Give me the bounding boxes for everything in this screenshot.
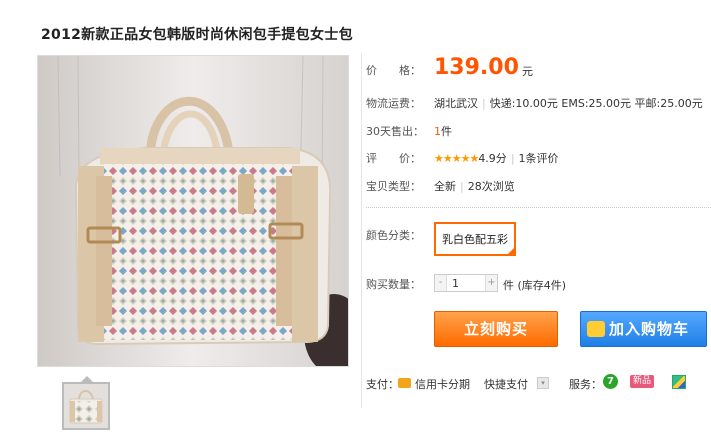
new-product-badge[interactable]: 新品 (630, 375, 655, 388)
selected-check-icon (506, 246, 516, 256)
seven-day-return-icon[interactable]: 7 (603, 374, 618, 389)
cart-icon (587, 321, 605, 337)
sales-info: 1件 (434, 123, 452, 139)
color-option-selected[interactable]: 乳白色配五彩 (434, 222, 516, 256)
separator: | (510, 152, 515, 165)
rating-stars-icon: ★★★★★ (434, 152, 479, 165)
stock-info: 件 (库存4件) (503, 279, 567, 292)
payment-label: 支付： (366, 378, 399, 391)
separator: | (482, 97, 486, 110)
quantity-increase-button[interactable]: + (485, 275, 497, 291)
review-info: ★★★★★4.9分 | 1条评价 (434, 150, 559, 166)
quantity-stepper[interactable]: - 1 + (434, 274, 498, 292)
shipping-label: 物流运费： (366, 97, 421, 110)
add-to-cart-label: 加入购物车 (609, 320, 690, 338)
item-type-info: 全新 | 28次浏览 (434, 178, 515, 194)
item-condition: 全新 (434, 180, 456, 193)
installment-link[interactable]: 信用卡分期 (415, 376, 470, 392)
add-to-cart-button[interactable]: 加入购物车 (580, 311, 707, 347)
separator: | (460, 180, 464, 193)
handbag-photo (38, 56, 348, 366)
rating-score: 4.9分 (478, 152, 507, 165)
product-thumbnail[interactable] (62, 382, 110, 430)
quantity-decrease-button[interactable]: - (435, 275, 447, 291)
sales-label: 30天售出： (366, 125, 424, 138)
sales-unit: 件 (441, 125, 452, 138)
quantity-label: 购买数量： (366, 278, 421, 291)
shipping-origin[interactable]: 湖北武汉 (434, 97, 478, 110)
shipping-info: 湖北武汉 | 快递:10.00元 EMS:25.00元 平邮:25.00元 (434, 95, 703, 111)
dropdown-arrow-icon[interactable]: ▾ (537, 377, 549, 389)
column-divider (361, 53, 362, 408)
view-count: 28次浏览 (467, 180, 515, 193)
handbag-thumbnail (64, 384, 108, 428)
shipping-detail: 快递:10.00元 EMS:25.00元 平邮:25.00元 (489, 97, 703, 110)
service-label: 服务： (569, 378, 602, 391)
section-divider (366, 207, 711, 208)
thumbnail-selector[interactable] (62, 376, 110, 430)
sales-count: 1 (434, 125, 441, 138)
review-label: 评 价： (366, 152, 421, 165)
seven-day-text: 7 (607, 376, 614, 387)
credit-card-icon (398, 378, 411, 388)
price-unit: 元 (522, 65, 533, 78)
quick-pay-link[interactable]: 快捷支付 (484, 376, 528, 392)
price-label: 价 格： (366, 64, 421, 77)
color-label: 颜色分类： (366, 229, 421, 242)
price-value: 139.00 (434, 55, 519, 80)
quantity-input[interactable]: 1 (452, 277, 459, 290)
item-type-label: 宝贝类型： (366, 180, 421, 193)
product-main-image[interactable] (37, 55, 349, 367)
buy-now-button[interactable]: 立刻购买 (434, 311, 558, 347)
color-option-label: 乳白色配五彩 (442, 233, 508, 246)
product-title: 2012新款正品女包韩版时尚休闲包手提包女士包 (41, 27, 353, 43)
service-box-icon[interactable] (672, 375, 686, 389)
review-count-link[interactable]: 1条评价 (519, 152, 559, 165)
